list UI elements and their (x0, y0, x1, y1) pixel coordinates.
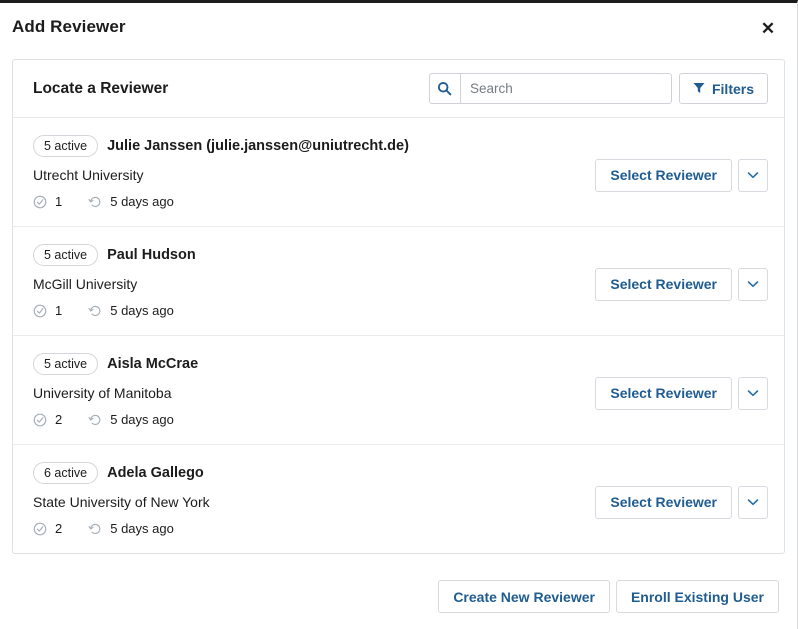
table-row[interactable]: 6 active Adela Gallego State University … (13, 445, 784, 553)
search-box (428, 73, 672, 104)
history-icon (88, 413, 102, 427)
reviewer-affiliation: University of Manitoba (33, 385, 172, 401)
reviewer-name-line: 6 active Adela Gallego (33, 462, 595, 484)
reviewer-meta: 1 5 days ago (33, 194, 595, 209)
page-title: Add Reviewer (12, 17, 126, 36)
reviewer-actions: Select Reviewer (595, 153, 768, 192)
reviewer-affiliation: Utrecht University (33, 167, 144, 183)
search-input[interactable] (459, 73, 672, 104)
reviewer-meta: 1 5 days ago (33, 303, 595, 318)
last-activity: 5 days ago (88, 194, 174, 209)
select-reviewer-button[interactable]: Select Reviewer (595, 376, 732, 410)
reviewer-info: 5 active Aisla McCrae University of Mani… (33, 353, 595, 427)
locate-reviewer-card: Locate a Reviewer Search Filters 5 activ… (12, 59, 785, 554)
modal-footer: Create New Reviewer Enroll Existing User (0, 554, 797, 613)
reviewer-name: Aisla McCrae (107, 356, 199, 372)
reviewer-meta: 2 5 days ago (33, 521, 595, 536)
funnel-icon (693, 81, 705, 97)
reviewer-actions: Select Reviewer (595, 262, 768, 301)
table-row[interactable]: 5 active Julie Janssen (julie.janssen@un… (13, 118, 784, 227)
completed-count-value: 2 (55, 521, 63, 536)
check-circle-icon (33, 522, 47, 536)
reviewer-meta: 2 5 days ago (33, 412, 595, 427)
last-activity-value: 5 days ago (110, 194, 174, 209)
close-icon[interactable]: ✕ (757, 17, 779, 39)
card-header: Locate a Reviewer Search Filters (13, 60, 784, 118)
card-header-tools: Filters (428, 73, 768, 104)
filters-button[interactable]: Filters (678, 73, 768, 104)
completed-count: 2 (33, 521, 62, 536)
last-activity-value: 5 days ago (110, 303, 174, 318)
completed-count-value: 1 (55, 303, 63, 318)
reviewer-actions: Select Reviewer (595, 371, 768, 410)
history-icon (88, 304, 102, 318)
completed-count: 2 (33, 412, 62, 427)
enroll-existing-user-button[interactable]: Enroll Existing User (615, 580, 779, 613)
last-activity: 5 days ago (88, 521, 174, 536)
chevron-down-icon[interactable] (738, 485, 768, 519)
check-circle-icon (33, 304, 47, 318)
status-badge: 5 active (33, 135, 99, 157)
select-reviewer-button[interactable]: Select Reviewer (595, 267, 732, 301)
last-activity: 5 days ago (88, 412, 174, 427)
history-icon (88, 195, 102, 209)
reviewer-affiliation: McGill University (33, 276, 138, 292)
reviewer-name: Adela Gallego (107, 465, 204, 481)
modal-header: Add Reviewer ✕ (0, 3, 797, 51)
chevron-down-icon[interactable] (738, 267, 768, 301)
filters-label: Filters (711, 80, 754, 97)
reviewer-info: 5 active Julie Janssen (julie.janssen@un… (33, 135, 595, 209)
last-activity: 5 days ago (88, 303, 174, 318)
last-activity-value: 5 days ago (110, 521, 174, 536)
reviewer-name: Paul Hudson (107, 247, 196, 263)
status-badge: 5 active (33, 353, 99, 375)
reviewer-list: 5 active Julie Janssen (julie.janssen@un… (13, 118, 784, 553)
status-badge: 5 active (33, 244, 99, 266)
check-circle-icon (33, 413, 47, 427)
completed-count: 1 (33, 194, 62, 209)
reviewer-actions: Select Reviewer (595, 480, 768, 519)
add-reviewer-modal: Add Reviewer ✕ Locate a Reviewer Search … (0, 0, 798, 629)
chevron-down-icon[interactable] (738, 376, 768, 410)
reviewer-name-line: 5 active Aisla McCrae (33, 353, 595, 375)
last-activity-value: 5 days ago (110, 412, 174, 427)
completed-count-value: 2 (55, 412, 63, 427)
completed-count-value: 1 (55, 194, 63, 209)
card-heading: Locate a Reviewer (33, 79, 169, 97)
reviewer-name: Julie Janssen (julie.janssen@uniutrecht.… (107, 138, 409, 154)
completed-count: 1 (33, 303, 62, 318)
reviewer-affiliation: State University of New York (33, 494, 210, 510)
reviewer-name-line: 5 active Julie Janssen (julie.janssen@un… (33, 135, 595, 157)
reviewer-info: 6 active Adela Gallego State University … (33, 462, 595, 536)
status-badge: 6 active (33, 462, 99, 484)
check-circle-icon (33, 195, 47, 209)
search-icon[interactable] (428, 73, 460, 104)
reviewer-info: 5 active Paul Hudson McGill University 1… (33, 244, 595, 318)
create-new-reviewer-button[interactable]: Create New Reviewer (438, 580, 610, 613)
table-row[interactable]: 5 active Paul Hudson McGill University 1… (13, 227, 784, 336)
table-row[interactable]: 5 active Aisla McCrae University of Mani… (13, 336, 784, 445)
chevron-down-icon[interactable] (738, 158, 768, 192)
select-reviewer-button[interactable]: Select Reviewer (595, 158, 732, 192)
reviewer-name-line: 5 active Paul Hudson (33, 244, 595, 266)
history-icon (88, 522, 102, 536)
select-reviewer-button[interactable]: Select Reviewer (595, 485, 732, 519)
